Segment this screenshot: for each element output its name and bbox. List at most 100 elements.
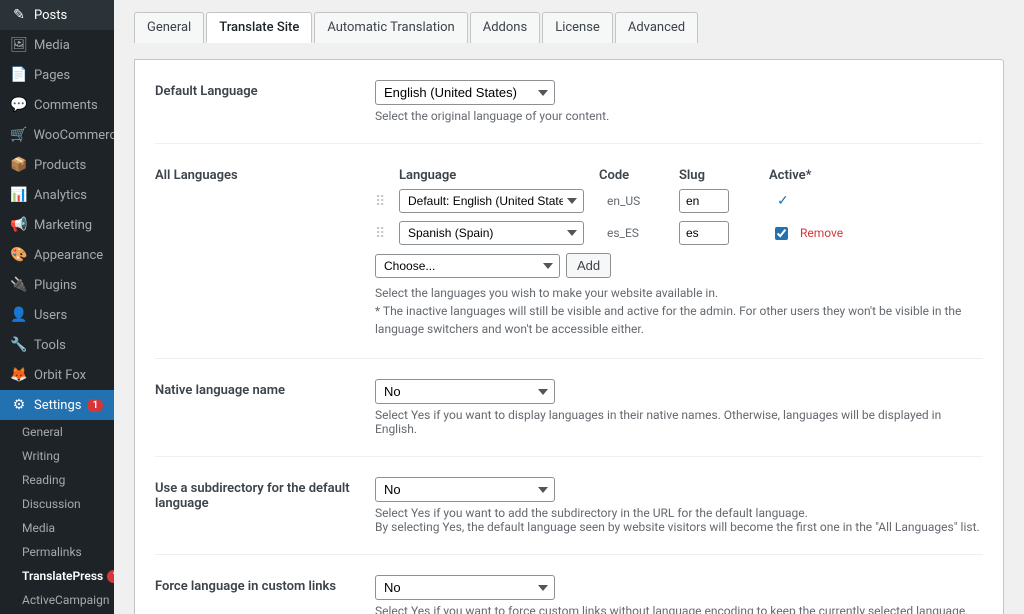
products-icon: 📦 (10, 157, 28, 173)
lang-row-spanish: ⠿ Spanish (Spain) es_ES Remove (375, 221, 983, 245)
all-languages-label: All Languages (155, 164, 375, 183)
comments-icon: 💬 (10, 97, 28, 113)
sidebar-item-posts[interactable]: ✎ Posts (0, 0, 114, 30)
woocommerce-icon: 🛒 (10, 127, 27, 143)
sidebar-item-label: Posts (34, 8, 67, 23)
force-language-select[interactable]: No Yes (375, 575, 555, 600)
submenu-activecampaign[interactable]: ActiveCampaign (0, 588, 114, 612)
force-language-label: Force language in custom links (155, 575, 375, 594)
submenu-reading[interactable]: Reading (0, 468, 114, 492)
sidebar-item-label: Tools (34, 338, 66, 353)
tools-icon: 🔧 (10, 337, 28, 353)
sidebar-item-label: Plugins (34, 278, 77, 293)
default-language-help: Select the original language of your con… (375, 109, 983, 123)
posts-icon: ✎ (10, 7, 28, 23)
sidebar-item-woocommerce[interactable]: 🛒 WooCommerce (0, 120, 114, 150)
sidebar-item-pages[interactable]: 📄 Pages (0, 60, 114, 90)
remove-spanish-link[interactable]: Remove (800, 226, 843, 240)
default-language-row: Default Language English (United States)… (155, 80, 983, 144)
tab-translate-site[interactable]: Translate Site (206, 12, 312, 43)
orbit-fox-icon: 🦊 (10, 367, 28, 383)
lang-select-spanish[interactable]: Spanish (Spain) (399, 221, 584, 245)
default-language-select[interactable]: English (United States) (375, 80, 555, 105)
subdirectory-help: Select Yes if you want to add the subdir… (375, 506, 983, 534)
subdirectory-label: Use a subdirectory for the default langu… (155, 477, 375, 511)
subdirectory-control: No Yes Select Yes if you want to add the… (375, 477, 983, 534)
settings-badge: 1 (87, 399, 103, 412)
sidebar-item-media[interactable]: 🖼 Media (0, 30, 114, 60)
native-language-row: Native language name No Yes Select Yes i… (155, 379, 983, 457)
default-language-control: English (United States) Select the origi… (375, 80, 983, 123)
sidebar: ✎ Posts 🖼 Media 📄 Pages 💬 Comments 🛒 Woo… (0, 0, 114, 614)
sidebar-item-comments[interactable]: 💬 Comments (0, 90, 114, 120)
lang-select-english[interactable]: Default: English (United States) (399, 189, 584, 213)
tab-automatic-translation[interactable]: Automatic Translation (314, 12, 467, 43)
sidebar-item-products[interactable]: 📦 Products (0, 150, 114, 180)
drag-handle-english[interactable]: ⠿ (375, 192, 399, 210)
tab-advanced[interactable]: Advanced (615, 12, 698, 43)
sidebar-item-label: Marketing (34, 218, 92, 233)
col-language: Language (399, 168, 599, 183)
native-language-select[interactable]: No Yes (375, 379, 555, 404)
submenu-permalinks[interactable]: Permalinks (0, 540, 114, 564)
subdirectory-select[interactable]: No Yes (375, 477, 555, 502)
sidebar-item-orbit-fox[interactable]: 🦊 Orbit Fox (0, 360, 114, 390)
pages-icon: 📄 (10, 67, 28, 83)
drag-handle-spanish[interactable]: ⠿ (375, 224, 399, 242)
analytics-icon: 📊 (10, 187, 28, 203)
active-checkbox-spanish[interactable] (775, 227, 788, 240)
settings-submenu: General Writing Reading Discussion Media… (0, 420, 114, 614)
media-icon: 🖼 (10, 37, 28, 53)
sidebar-item-label: WooCommerce (33, 128, 114, 143)
users-icon: 👤 (10, 307, 28, 323)
sidebar-item-plugins[interactable]: 🔌 Plugins (0, 270, 114, 300)
sidebar-item-settings[interactable]: ⚙ Settings 1 (0, 390, 114, 420)
active-check-english: ✓ (777, 193, 789, 209)
lang-row-english: ⠿ Default: English (United States) en_US… (375, 189, 983, 213)
add-language-button[interactable]: Add (566, 253, 611, 278)
sidebar-item-users[interactable]: 👤 Users (0, 300, 114, 330)
appearance-icon: 🎨 (10, 247, 28, 263)
tab-license[interactable]: License (542, 12, 613, 43)
force-language-row: Force language in custom links No Yes Se… (155, 575, 983, 614)
add-language-row: Choose... Add (375, 253, 983, 278)
sidebar-item-label: Pages (34, 68, 70, 83)
default-language-label: Default Language (155, 80, 375, 99)
sidebar-item-label: Media (34, 38, 70, 53)
slug-english[interactable] (679, 189, 729, 213)
main-content: General Translate Site Automatic Transla… (114, 0, 1024, 614)
col-active: Active* (769, 168, 829, 183)
tab-general[interactable]: General (134, 12, 204, 43)
submenu-general[interactable]: General (0, 420, 114, 444)
sidebar-item-label: Settings (34, 398, 81, 413)
choose-language-select[interactable]: Choose... (375, 254, 560, 278)
all-languages-help: Select the languages you wish to make yo… (375, 284, 983, 338)
code-english: en_US (599, 194, 679, 208)
sidebar-item-analytics[interactable]: 📊 Analytics (0, 180, 114, 210)
tab-addons[interactable]: Addons (470, 12, 540, 43)
slug-spanish[interactable] (679, 221, 729, 245)
col-code: Code (599, 168, 679, 183)
all-languages-control: Language Code Slug Active* ⠿ Default: En… (375, 164, 983, 338)
submenu-writing[interactable]: Writing (0, 444, 114, 468)
submenu-media[interactable]: Media (0, 516, 114, 540)
settings-icon: ⚙ (10, 397, 28, 413)
sidebar-item-appearance[interactable]: 🎨 Appearance (0, 240, 114, 270)
submenu-translatepress[interactable]: TranslatePress 1 (0, 564, 114, 588)
page-content: General Translate Site Automatic Transla… (114, 0, 1024, 614)
sidebar-item-marketing[interactable]: 📢 Marketing (0, 210, 114, 240)
code-spanish: es_ES (599, 226, 679, 240)
submenu-discussion[interactable]: Discussion (0, 492, 114, 516)
sidebar-item-label: Analytics (34, 188, 87, 203)
col-slug: Slug (679, 168, 769, 183)
tabs-bar: General Translate Site Automatic Transla… (134, 12, 1004, 43)
sidebar-item-label: Comments (34, 98, 98, 113)
translatepress-badge: 1 (107, 570, 114, 583)
force-language-control: No Yes Select Yes if you want to force c… (375, 575, 983, 614)
sidebar-item-tools[interactable]: 🔧 Tools (0, 330, 114, 360)
marketing-icon: 📢 (10, 217, 28, 233)
native-language-control: No Yes Select Yes if you want to display… (375, 379, 983, 436)
lang-table-header: Language Code Slug Active* (375, 164, 983, 189)
sidebar-item-label: Appearance (34, 248, 103, 263)
native-language-label: Native language name (155, 379, 375, 398)
